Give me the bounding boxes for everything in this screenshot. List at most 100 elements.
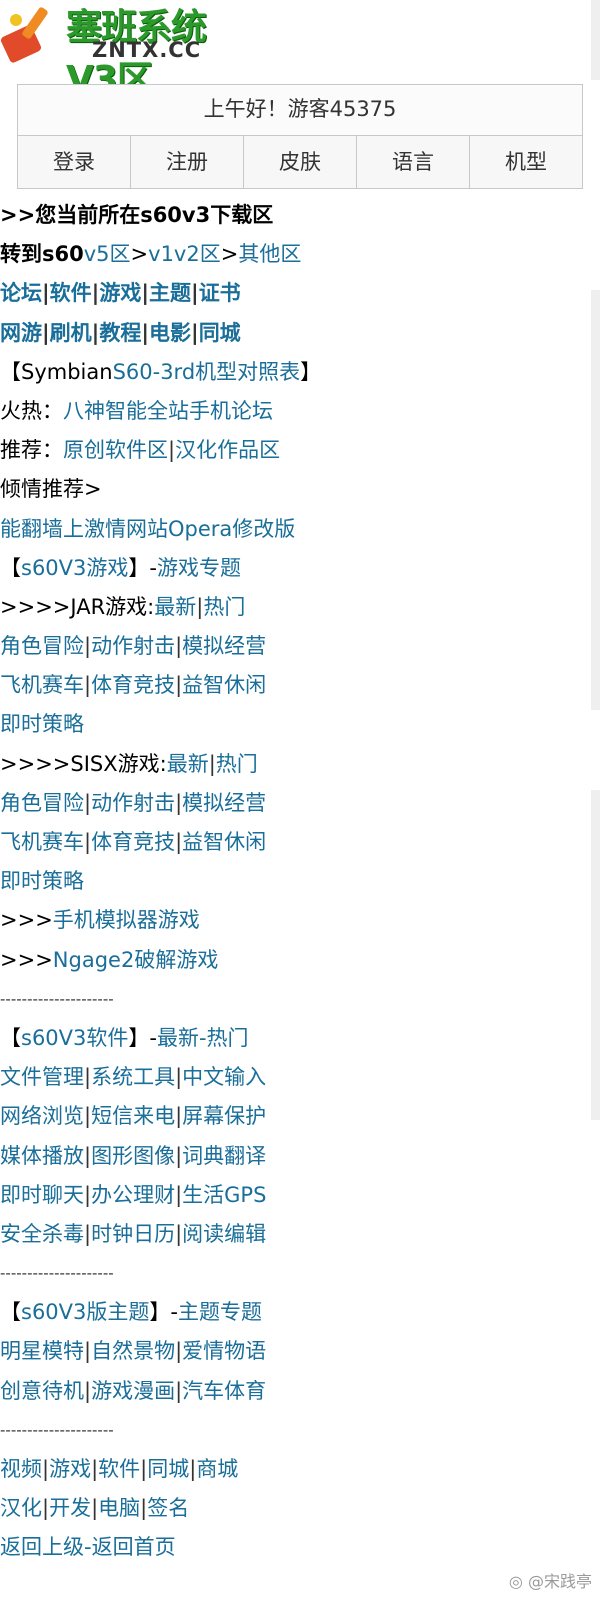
watermark: ◎ @宋践亭 [509, 1568, 592, 1592]
computer-link[interactable]: 电脑 [98, 1496, 140, 1520]
category-link[interactable]: 创意待机 [0, 1379, 84, 1403]
divider: --------------------- [0, 989, 114, 1008]
certificate-link[interactable]: 证书 [199, 281, 241, 305]
category-link[interactable]: 模拟经营 [182, 634, 266, 658]
category-link[interactable]: 游戏漫画 [91, 1379, 175, 1403]
mall-link[interactable]: 商城 [196, 1457, 238, 1481]
online-games-link[interactable]: 网游 [0, 321, 42, 345]
ngage-games-link[interactable]: Ngage2破解游戏 [53, 948, 219, 972]
flash-link[interactable]: 刷机 [50, 321, 92, 345]
jar-latest-link[interactable]: 最新 [154, 595, 196, 619]
v5-link[interactable]: v5区 [84, 242, 131, 266]
opera-row: 能翻墙上激情网站Opera修改版 [0, 510, 600, 549]
watermark-text: @宋践亭 [527, 1572, 592, 1591]
category-link[interactable]: 短信来电 [91, 1104, 175, 1128]
category-link[interactable]: 阅读编辑 [182, 1222, 266, 1246]
category-link[interactable]: 模拟经营 [182, 791, 266, 815]
software-link[interactable]: 软件 [98, 1457, 140, 1481]
scrollbar-segment[interactable] [591, 790, 600, 1120]
category-link[interactable]: 系统工具 [91, 1065, 175, 1089]
model-compare-link[interactable]: S60-3rd机型对照表 [113, 360, 301, 384]
category-link[interactable]: 即时策略 [0, 869, 84, 893]
category-link[interactable]: 图形图像 [91, 1144, 175, 1168]
category-link[interactable]: 网络浏览 [0, 1104, 84, 1128]
local-link[interactable]: 同城 [199, 321, 241, 345]
sisx-hot-link[interactable]: 热门 [216, 752, 258, 776]
category-link[interactable]: 动作射击 [91, 634, 175, 658]
s60v3-games-link[interactable]: s60V3游戏 [21, 556, 128, 580]
bracket-open: 【Symbian [0, 359, 113, 384]
v1v2-link[interactable]: v1v2区 [148, 242, 221, 266]
video-link[interactable]: 视频 [0, 1457, 42, 1481]
category-link[interactable]: 自然景物 [91, 1339, 175, 1363]
category-link[interactable]: 安全杀毒 [0, 1222, 84, 1246]
back-home-link[interactable]: 返回首页 [92, 1535, 176, 1559]
themes-link[interactable]: 主题 [149, 281, 191, 305]
category-link[interactable]: 屏幕保护 [182, 1104, 266, 1128]
scrollbar-segment[interactable] [591, 290, 600, 710]
category-link[interactable]: 即时聊天 [0, 1183, 84, 1207]
hot-row: 火热：八神智能全站手机论坛 [0, 392, 600, 431]
category-link[interactable]: 益智休闲 [182, 673, 266, 697]
category-link[interactable]: 词典翻译 [182, 1144, 266, 1168]
category-link[interactable]: 爱情物语 [182, 1339, 266, 1363]
category-link[interactable]: 动作射击 [91, 791, 175, 815]
themes-special-link[interactable]: 主题专题 [178, 1300, 262, 1324]
local-link[interactable]: 同城 [147, 1457, 189, 1481]
games-special-link[interactable]: 游戏专题 [157, 556, 241, 580]
games-link[interactable]: 游戏 [99, 281, 141, 305]
signature-link[interactable]: 签名 [147, 1496, 189, 1520]
category-link[interactable]: 角色冒险 [0, 791, 84, 815]
divider: --------------------- [0, 1264, 114, 1283]
bracket-open: 【 [0, 1025, 21, 1050]
software-categories-1: 文件管理|系统工具|中文输入 [0, 1065, 267, 1090]
login-button[interactable]: 登录 [18, 136, 131, 188]
back-up-link[interactable]: 返回上级 [0, 1535, 84, 1559]
scrollbar-segment[interactable] [591, 0, 600, 80]
bracket-close: 】- [149, 1300, 178, 1325]
category-link[interactable]: 飞机赛车 [0, 673, 84, 697]
category-link[interactable]: 办公理财 [91, 1183, 175, 1207]
bashen-forum-link[interactable]: 八神智能全站手机论坛 [63, 399, 273, 423]
category-link[interactable]: 时钟日历 [91, 1222, 175, 1246]
category-link[interactable]: 飞机赛车 [0, 830, 84, 854]
register-button[interactable]: 注册 [131, 136, 244, 188]
bracket-close: 】 [300, 359, 322, 384]
s60v3-themes-link[interactable]: s60V3版主题 [21, 1300, 149, 1324]
sisx-latest-link[interactable]: 最新 [167, 752, 209, 776]
goto-row: 转到s60v5区>v1v2区>其他区 [0, 235, 600, 274]
movie-link[interactable]: 电影 [149, 321, 191, 345]
chinese-works-link[interactable]: 汉化作品区 [175, 438, 280, 462]
games-link[interactable]: 游戏 [49, 1457, 91, 1481]
language-button[interactable]: 语言 [357, 136, 470, 188]
category-link[interactable]: 明星模特 [0, 1339, 84, 1363]
category-link[interactable]: 益智休闲 [182, 830, 266, 854]
forum-link[interactable]: 论坛 [0, 281, 42, 305]
category-link[interactable]: 文件管理 [0, 1065, 84, 1089]
goto-s60: s60 [42, 242, 84, 267]
original-software-link[interactable]: 原创软件区 [63, 438, 168, 462]
category-link[interactable]: 即时策略 [0, 712, 84, 736]
category-link[interactable]: 生活GPS [182, 1183, 266, 1207]
software-latest-link[interactable]: 最新 [157, 1026, 199, 1050]
jar-hot-link[interactable]: 热门 [203, 595, 245, 619]
category-link[interactable]: 体育竞技 [91, 830, 175, 854]
tutorial-link[interactable]: 教程 [99, 321, 141, 345]
software-hot-link[interactable]: 热门 [207, 1026, 249, 1050]
other-link[interactable]: 其他区 [238, 242, 301, 266]
emulator-games-link[interactable]: 手机模拟器游戏 [53, 908, 200, 932]
sisx-label: >>>>SISX游戏: [0, 751, 167, 776]
site-logo[interactable]: 塞班系统V3区 ZNTX.CC [0, 0, 250, 100]
software-link[interactable]: 软件 [50, 281, 92, 305]
category-link[interactable]: 媒体播放 [0, 1144, 84, 1168]
category-link[interactable]: 中文输入 [182, 1065, 266, 1089]
model-button[interactable]: 机型 [470, 136, 582, 188]
s60v3-software-link[interactable]: s60V3软件 [21, 1026, 128, 1050]
chinese-link[interactable]: 汉化 [0, 1496, 42, 1520]
category-link[interactable]: 汽车体育 [182, 1379, 266, 1403]
develop-link[interactable]: 开发 [49, 1496, 91, 1520]
category-link[interactable]: 体育竞技 [91, 673, 175, 697]
opera-link[interactable]: 能翻墙上激情网站Opera修改版 [0, 517, 295, 541]
category-link[interactable]: 角色冒险 [0, 634, 84, 658]
skin-button[interactable]: 皮肤 [244, 136, 357, 188]
